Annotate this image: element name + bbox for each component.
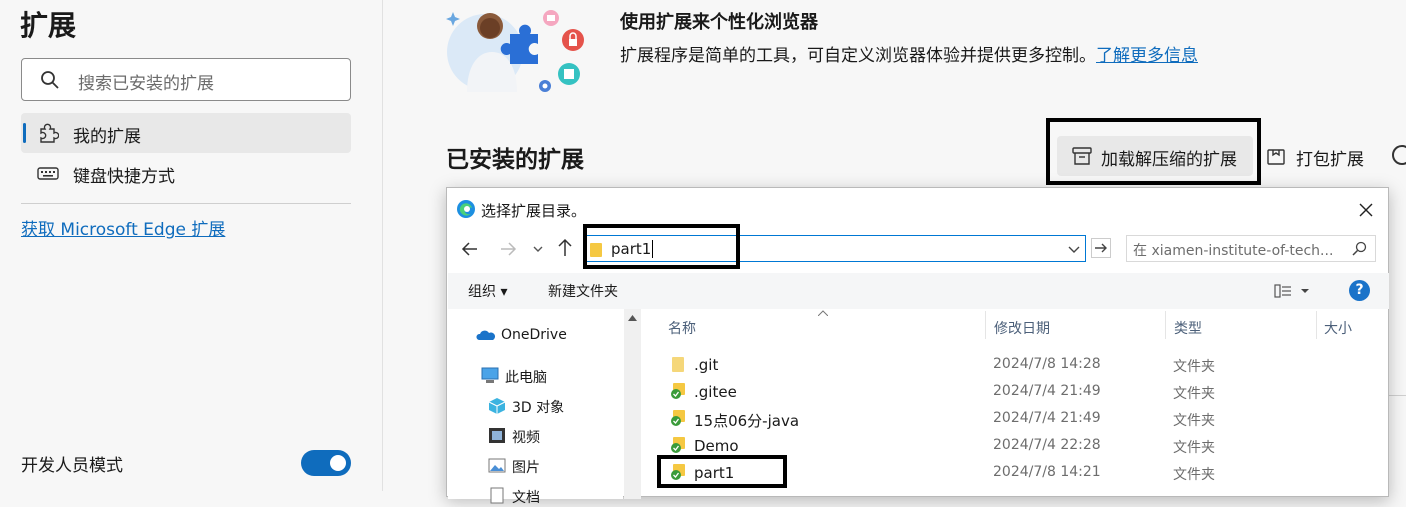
column-separator[interactable] bbox=[985, 311, 986, 339]
column-header-size[interactable]: 大小 bbox=[1324, 318, 1352, 338]
hero-description-text: 扩展程序是简单的工具，可自定义浏览器体验并提供更多控制。 bbox=[620, 46, 1096, 66]
tree-item-label: 文档 bbox=[512, 490, 540, 506]
list-item[interactable]: 15点06分-java 2024/7/4 21:49 文件夹 bbox=[662, 405, 1377, 432]
navigation-pane: OneDrive 此电脑 3D 对象 视频 图片 文档 bbox=[448, 309, 623, 506]
documents-icon bbox=[490, 487, 504, 504]
annotation-highlight-box bbox=[657, 455, 787, 488]
file-date: 2024/7/4 22:28 bbox=[993, 437, 1101, 453]
folder-synced-icon bbox=[671, 437, 685, 453]
list-item[interactable]: .git 2024/7/8 14:28 文件夹 bbox=[662, 351, 1377, 378]
new-folder-button[interactable]: 新建文件夹 bbox=[548, 281, 618, 301]
hero-illustration bbox=[446, 10, 584, 92]
folder-icon bbox=[672, 357, 684, 372]
file-name: .git bbox=[694, 356, 719, 374]
forward-arrow-icon[interactable] bbox=[497, 238, 519, 260]
sidebar-item-label: 键盘快捷方式 bbox=[73, 167, 175, 187]
hero-description: 扩展程序是简单的工具，可自定义浏览器体验并提供更多控制。了解更多信息 bbox=[620, 41, 1198, 66]
pack-extension-label: 打包扩展 bbox=[1296, 150, 1364, 170]
close-icon[interactable] bbox=[1353, 197, 1379, 223]
chevron-down-icon[interactable] bbox=[1067, 242, 1081, 256]
help-button[interactable]: ? bbox=[1349, 280, 1370, 301]
file-name: .gitee bbox=[694, 383, 737, 401]
annotation-highlight-box bbox=[583, 224, 740, 269]
file-date: 2024/7/4 21:49 bbox=[993, 410, 1101, 426]
sidebar-item-my-extensions[interactable]: 我的扩展 bbox=[21, 113, 351, 153]
active-indicator bbox=[23, 123, 26, 143]
hero-title: 使用扩展来个性化浏览器 bbox=[620, 12, 818, 33]
search-icon bbox=[1352, 241, 1367, 256]
developer-mode-label: 开发人员模式 bbox=[21, 456, 123, 476]
navigation-scrollbar[interactable] bbox=[624, 309, 641, 499]
file-type: 文件夹 bbox=[1173, 467, 1215, 483]
dialog-title: 选择扩展目录。 bbox=[481, 202, 587, 220]
pictures-icon bbox=[488, 458, 506, 473]
update-icon[interactable] bbox=[1392, 145, 1406, 165]
search-placeholder: 搜索已安装的扩展 bbox=[78, 74, 214, 94]
page-title: 扩展 bbox=[20, 9, 77, 42]
file-type: 文件夹 bbox=[1173, 413, 1215, 429]
video-icon bbox=[489, 428, 505, 443]
file-name: 15点06分-java bbox=[694, 412, 800, 430]
annotation-highlight-box bbox=[1046, 118, 1261, 185]
chevron-down-icon[interactable] bbox=[531, 240, 545, 258]
onedrive-icon bbox=[476, 330, 496, 340]
folder-search-input[interactable]: 在 xiamen-institute-of-tech... bbox=[1126, 235, 1376, 262]
file-date: 2024/7/8 14:21 bbox=[993, 464, 1101, 480]
file-name: Demo bbox=[694, 437, 739, 455]
column-header-type[interactable]: 类型 bbox=[1174, 318, 1202, 338]
tree-item-label: 图片 bbox=[512, 460, 540, 476]
get-extensions-link[interactable]: 获取 Microsoft Edge 扩展 bbox=[21, 215, 225, 240]
select-folder-dialog: 选择扩展目录。 part1 在 xiamen-institute-of-tech… bbox=[446, 187, 1389, 506]
file-date: 2024/7/8 14:28 bbox=[993, 356, 1101, 372]
scroll-up-icon[interactable] bbox=[628, 315, 637, 321]
toggle-knob bbox=[330, 455, 346, 471]
view-options-icon[interactable] bbox=[1271, 280, 1311, 302]
up-arrow-icon[interactable] bbox=[555, 237, 575, 259]
tree-item-label: OneDrive bbox=[501, 327, 567, 343]
3d-objects-icon bbox=[488, 398, 506, 414]
sidebar-item-keyboard-shortcuts[interactable]: 键盘快捷方式 bbox=[21, 153, 351, 193]
folder-synced-icon bbox=[671, 410, 685, 426]
column-separator[interactable] bbox=[1316, 311, 1317, 339]
tree-item-label: 此电脑 bbox=[505, 370, 547, 386]
pack-extension-button[interactable]: 打包扩展 bbox=[1266, 136, 1376, 176]
file-date: 2024/7/4 21:49 bbox=[993, 383, 1101, 399]
back-arrow-icon[interactable] bbox=[459, 238, 481, 260]
file-type: 文件夹 bbox=[1173, 440, 1215, 456]
folder-search-placeholder: 在 xiamen-institute-of-tech... bbox=[1133, 243, 1334, 259]
search-icon bbox=[41, 71, 59, 89]
developer-mode-toggle[interactable] bbox=[301, 450, 351, 476]
edge-icon bbox=[457, 200, 475, 218]
keyboard-icon bbox=[37, 167, 59, 180]
divider bbox=[21, 203, 351, 204]
go-arrow-icon[interactable] bbox=[1091, 238, 1111, 258]
list-item[interactable]: .gitee 2024/7/4 21:49 文件夹 bbox=[662, 378, 1377, 405]
column-header-name[interactable]: 名称 bbox=[668, 318, 696, 338]
learn-more-link[interactable]: 了解更多信息 bbox=[1096, 46, 1198, 66]
package-icon bbox=[1267, 149, 1285, 165]
puzzle-icon bbox=[40, 123, 59, 143]
sidebar: 扩展 搜索已安装的扩展 我的扩展 键盘快捷方式 获取 Microsoft Edg… bbox=[0, 0, 383, 491]
column-separator[interactable] bbox=[1165, 311, 1166, 339]
tree-item-label: 3D 对象 bbox=[512, 400, 565, 416]
sort-ascending-icon bbox=[818, 310, 828, 316]
installed-extensions-heading: 已安装的扩展 bbox=[446, 147, 584, 173]
search-input[interactable]: 搜索已安装的扩展 bbox=[21, 58, 351, 101]
computer-icon bbox=[481, 367, 499, 383]
organize-button[interactable]: 组织 ▾ bbox=[468, 281, 507, 301]
tree-item-label: 视频 bbox=[512, 430, 540, 446]
file-type: 文件夹 bbox=[1173, 386, 1215, 402]
file-type: 文件夹 bbox=[1173, 359, 1215, 375]
column-header-date[interactable]: 修改日期 bbox=[994, 318, 1050, 338]
sidebar-item-label: 我的扩展 bbox=[73, 127, 141, 147]
folder-synced-icon bbox=[671, 383, 685, 399]
